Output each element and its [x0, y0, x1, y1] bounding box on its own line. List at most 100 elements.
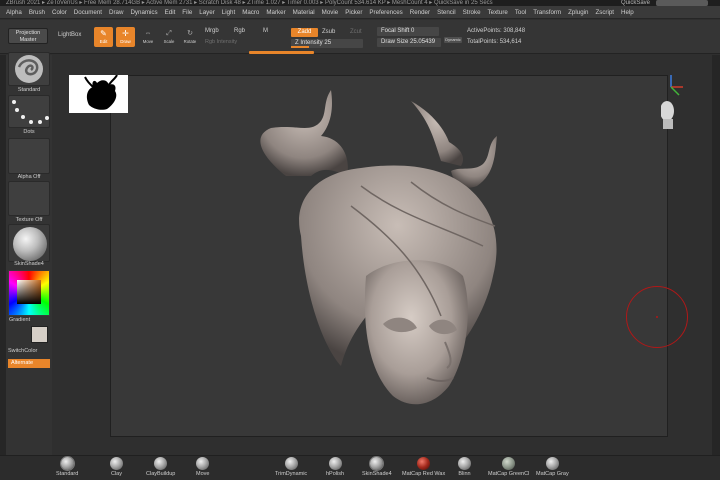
rotate-button[interactable]: ↻ Rotate [183, 29, 197, 45]
brush-sphere-icon [196, 457, 210, 470]
bottom-brush-label: ClayBuildup [146, 471, 176, 477]
brush-selector[interactable] [8, 52, 50, 86]
menu-brush[interactable]: Brush [29, 9, 45, 16]
stroke-selector[interactable] [8, 95, 50, 128]
edit-button[interactable]: ✎ Edit [94, 27, 113, 47]
menu-light[interactable]: Light [222, 9, 235, 16]
menu-draw[interactable]: Draw [109, 9, 123, 16]
focal-shift-label: Focal Shift [381, 28, 410, 34]
bottom-brush-label: MatCap GreenCl [488, 471, 530, 477]
scale-icon: ⤢ [166, 30, 172, 37]
menu-movie[interactable]: Movie [322, 9, 339, 16]
standard-brush-icon [15, 55, 43, 83]
material-selector[interactable] [8, 224, 50, 262]
menu-dynamics[interactable]: Dynamics [130, 9, 157, 16]
brush-cursor-center [656, 316, 658, 318]
bottom-brush-standard[interactable]: Standard [56, 457, 78, 477]
texture-selector[interactable] [8, 181, 50, 216]
active-points-label: ActivePoints: [467, 28, 502, 34]
secondary-color-swatch[interactable] [31, 326, 48, 343]
sculpted-head-model [260, 90, 497, 405]
menu-layer[interactable]: Layer [199, 9, 214, 16]
bottom-brush-label: SkinShade4 [362, 471, 392, 477]
menu-file[interactable]: File [182, 9, 192, 16]
zadd-button[interactable]: Zadd [291, 28, 318, 37]
menu-transform[interactable]: Transform [533, 9, 561, 16]
focal-shift-slider[interactable]: Focal Shift 0 [377, 27, 439, 36]
switch-color-button[interactable]: SwitchColor [6, 348, 52, 354]
menu-help[interactable]: Help [621, 9, 634, 16]
edit-icon: ✎ [100, 29, 107, 38]
toolbar-scroll-indicator[interactable] [249, 51, 314, 54]
right-tray-handle[interactable] [712, 55, 720, 455]
lightbox-button[interactable]: LightBox [58, 32, 81, 38]
stroke-dot-icon [38, 120, 42, 124]
draw-size-value: 25.05439 [410, 39, 436, 45]
3d-viewport[interactable] [110, 75, 683, 437]
menu-preferences[interactable]: Preferences [369, 9, 402, 16]
bottom-material-redwax[interactable]: MatCap Red Wax [402, 457, 445, 477]
bottom-brush-claybuildup[interactable]: ClayBuildup [146, 457, 175, 477]
menu-stencil[interactable]: Stencil [437, 9, 456, 16]
menu-picker[interactable]: Picker [345, 9, 362, 16]
zbrush-window: ZBrush 2021 ▸ ZeToVenUs ▸ Free Mem 28.71… [0, 0, 720, 480]
menu-texture[interactable]: Texture [488, 9, 508, 16]
bottom-brush-trimdynamic[interactable]: TrimDynamic [275, 457, 307, 477]
m-button[interactable]: M [263, 28, 268, 34]
menu-zplugin[interactable]: Zplugin [568, 9, 588, 16]
left-shelf: Standard Dots Alpha Off Texture Off Skin… [6, 52, 52, 455]
menu-macro[interactable]: Macro [242, 9, 259, 16]
menu-document[interactable]: Document [74, 9, 102, 16]
menu-marker[interactable]: Marker [266, 9, 285, 16]
draw-button[interactable]: ✛ Draw [116, 27, 135, 47]
menu-zscript[interactable]: Zscript [595, 9, 614, 16]
menu-color[interactable]: Color [52, 9, 67, 16]
active-points-readout: ActivePoints: 308,848 [467, 28, 525, 34]
z-intensity-fill [291, 46, 309, 48]
bottom-brush-label: MatCap Gray [536, 471, 569, 477]
bottom-material-gray[interactable]: MatCap Gray [536, 457, 569, 477]
scale-label: Scale [163, 39, 175, 44]
focal-shift-value: 0 [411, 28, 415, 34]
alpha-selector[interactable] [8, 138, 50, 174]
gradient-label[interactable]: Gradient [6, 317, 52, 323]
mrgb-button[interactable]: Mrgb [205, 28, 219, 34]
bottom-brush-hpolish[interactable]: hPolish [326, 457, 344, 477]
dynamic-button[interactable]: Dynamic [444, 37, 462, 43]
bottom-brush-clay[interactable]: Clay [110, 457, 123, 477]
rgb-intensity-slider[interactable]: Rgb Intensity [205, 39, 237, 45]
bottom-material-skinshade4[interactable]: SkinShade4 [362, 457, 392, 477]
menu-stroke[interactable]: Stroke [463, 9, 481, 16]
zcut-button[interactable]: Zcut [350, 29, 362, 35]
alternate-button[interactable]: Alternate [8, 359, 50, 368]
z-intensity-slider[interactable]: Z Intensity 25 [291, 39, 363, 48]
saturation-value-square[interactable] [17, 280, 41, 304]
texture-label: Texture Off [15, 217, 43, 223]
rgb-button[interactable]: Rgb [234, 28, 245, 34]
draw-size-slider[interactable]: Draw Size 25.05439 [377, 38, 441, 47]
projection-master-button[interactable]: Projection Master [8, 28, 48, 44]
scale-button[interactable]: ⤢ Scale [162, 29, 176, 45]
move-button[interactable]: ⇔ Move [141, 29, 155, 45]
material-label: SkinShade4 [14, 261, 44, 267]
navigator-thumbnail[interactable] [69, 74, 128, 113]
color-picker[interactable] [8, 270, 50, 316]
menu-edit[interactable]: Edit [165, 9, 176, 16]
menu-alpha[interactable]: Alpha [6, 9, 22, 16]
bottom-material-blinn[interactable]: Blinn [458, 457, 471, 477]
move-label: Move [142, 39, 154, 44]
stroke-dot-icon [45, 116, 49, 120]
brush-sphere-icon [284, 457, 298, 470]
brush-sphere-icon [154, 457, 168, 470]
draw-icon: ✛ [122, 29, 129, 38]
menu-render[interactable]: Render [410, 9, 430, 16]
bottom-brush-move[interactable]: Move [196, 457, 209, 477]
orientation-gizmo-icon[interactable] [661, 73, 685, 133]
menu-tool[interactable]: Tool [515, 9, 526, 16]
stroke-dot-icon [21, 115, 25, 119]
bottom-brush-shelf: Standard Clay ClayBuildup Move TrimDynam… [0, 455, 720, 480]
zsub-button[interactable]: Zsub [322, 29, 335, 35]
draw-size-label: Draw Size [381, 39, 409, 45]
menu-material[interactable]: Material [293, 9, 315, 16]
bottom-material-greenclay[interactable]: MatCap GreenCl [488, 457, 529, 477]
